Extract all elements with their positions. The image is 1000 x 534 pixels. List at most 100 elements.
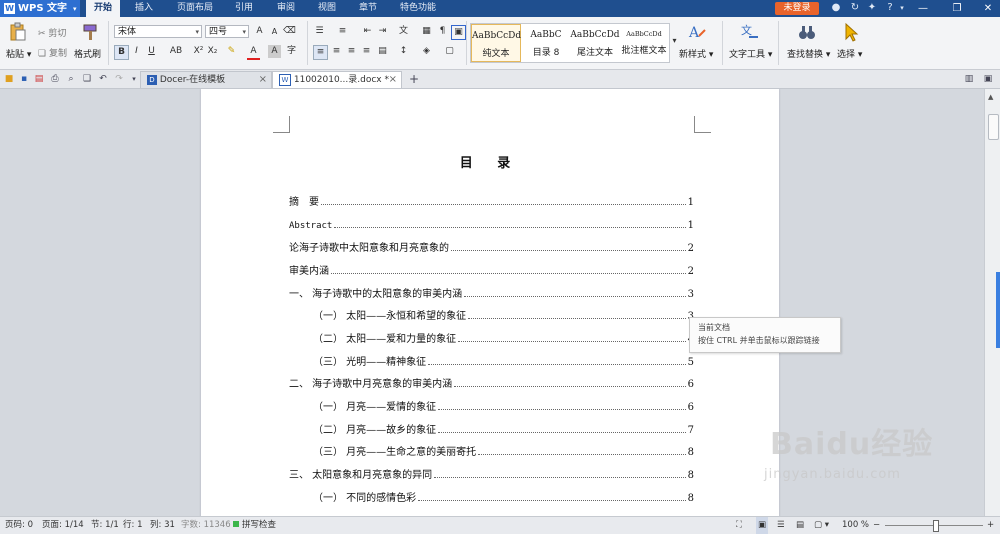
document-canvas[interactable]: 目 录 摘 要 1 Abstract 1 论海子诗歌中太阳意象和月亮意象的 2 审美内… <box>0 89 984 516</box>
font-name-select[interactable]: 宋体 ▾ <box>114 25 202 38</box>
undo-icon[interactable]: ↶ <box>97 73 109 85</box>
menu-special-features[interactable]: 特色功能 <box>400 0 436 17</box>
close-tab-icon[interactable]: × <box>259 72 267 88</box>
binoculars-icon[interactable] <box>797 22 817 42</box>
decrease-indent-icon[interactable]: ⇤ <box>361 25 374 38</box>
toc-entry[interactable]: 审美内涵 2 <box>289 263 694 277</box>
find-replace-button[interactable]: 查找替换 ▾ <box>787 47 830 60</box>
collapse-ribbon-icon[interactable]: ▣ <box>982 73 994 85</box>
new-style-button[interactable]: 新样式 ▾ <box>679 47 713 60</box>
document-page[interactable]: 目 录 摘 要 1 Abstract 1 论海子诗歌中太阳意象和月亮意象的 2 审美内… <box>201 89 779 516</box>
paste-icon[interactable] <box>8 22 28 42</box>
toc-entry[interactable]: Abstract 1 <box>289 217 694 231</box>
toc-entry[interactable]: 一、 海子诗歌中的太阳意象的审美内涵 3 <box>289 286 694 300</box>
outline-view-icon[interactable]: ☰ <box>777 517 785 534</box>
bullets-icon[interactable]: ☰ <box>313 25 326 38</box>
cut-button[interactable]: ✂ 剪切 <box>38 26 66 39</box>
print-icon[interactable]: ⎙ <box>49 73 61 85</box>
superscript-button[interactable]: X² <box>192 45 205 58</box>
shading-icon[interactable]: ◈ <box>420 45 433 58</box>
font-size-select[interactable]: 四号 ▾ <box>205 25 249 38</box>
restore-button[interactable]: ❐ <box>946 0 968 17</box>
increase-indent-icon[interactable]: ⇥ <box>376 25 389 38</box>
side-panel-tab[interactable] <box>996 272 1000 348</box>
menu-references[interactable]: 引用 <box>235 0 253 17</box>
toc-entry[interactable]: （一） 不同的感情色彩 8 <box>313 490 694 504</box>
chevron-down-icon[interactable]: ▾ <box>896 2 908 14</box>
cursor-select-icon[interactable] <box>841 22 861 42</box>
redo-icon[interactable]: ↷ <box>113 73 125 85</box>
subscript-button[interactable]: X₂ <box>206 45 219 58</box>
menu-insert[interactable]: 插入 <box>135 0 153 17</box>
copy-button[interactable]: ❏ 复制 <box>38 46 67 59</box>
close-tab-icon[interactable]: × <box>389 72 397 88</box>
toc-entry[interactable]: 论海子诗歌中太阳意象和月亮意象的 2 <box>289 240 694 254</box>
save-icon[interactable]: ▪ <box>18 73 30 85</box>
customize-toolbar-icon[interactable]: ▾ <box>128 73 140 85</box>
tab-current-document[interactable]: W 11002010...录.docx * × <box>272 71 402 88</box>
toc-entry[interactable]: （一） 月亮——爱情的象征 6 <box>313 399 694 413</box>
reading-view-icon[interactable]: ▢ ▾ <box>814 517 829 534</box>
numbering-icon[interactable]: ≡ <box>336 25 349 38</box>
bold-button[interactable]: B <box>114 45 129 60</box>
tab-docer-templates[interactable]: D Docer-在线模板 × <box>140 71 272 88</box>
format-painter-label[interactable]: 格式刷 <box>74 47 101 60</box>
table-icon[interactable]: ▦ <box>420 25 433 38</box>
line-spacing-icon[interactable]: ↕ <box>397 45 410 58</box>
style-plain-text[interactable]: AaBbCcDd 纯文本 <box>471 24 521 62</box>
menu-view[interactable]: 视图 <box>318 0 336 17</box>
align-left-button[interactable]: ≡ <box>313 45 328 60</box>
show-marks-icon[interactable]: ¶ <box>436 25 449 38</box>
shrink-font-icon[interactable]: A <box>268 25 281 38</box>
print-preview-icon[interactable]: ⌕ <box>65 73 77 85</box>
export-pdf-icon[interactable]: ▤ <box>33 73 45 85</box>
status-word-count[interactable]: 字数: 11346 <box>181 517 231 534</box>
open-folder-icon[interactable]: ■ <box>3 73 15 85</box>
clear-format-icon[interactable]: ⌫ <box>283 25 296 38</box>
page-view-icon[interactable]: ▣ <box>756 517 769 534</box>
align-right-button[interactable]: ≡ <box>345 45 358 58</box>
toc-entry[interactable]: 摘 要 1 <box>289 194 694 208</box>
file-icon[interactable]: ❑ <box>81 73 93 85</box>
frame-icon[interactable]: ▣ <box>451 25 466 40</box>
toc-entry[interactable]: （二） 太阳——爱和力量的象征4 <box>313 331 694 345</box>
strikethrough-button[interactable]: AB <box>167 45 185 58</box>
new-tab-icon[interactable]: + <box>408 73 420 85</box>
toc-entry[interactable]: 二、 海子诗歌中月亮意象的审美内涵 6 <box>289 376 694 390</box>
refresh-icon[interactable]: ↻ <box>849 2 861 14</box>
scroll-up-icon[interactable]: ▲ <box>988 93 993 101</box>
gallery-scroll-icon[interactable]: ▾ <box>668 34 681 47</box>
distributed-button[interactable]: ▤ <box>376 45 389 58</box>
zoom-out-button[interactable]: − <box>873 517 880 534</box>
spell-check-toggle[interactable]: 拼写检查 <box>233 517 276 534</box>
select-button[interactable]: 选择 ▾ <box>837 47 862 60</box>
toc-entry[interactable]: （一） 太阳——永恒和希望的象征3 <box>313 308 694 322</box>
chinese-layout-icon[interactable]: 文 <box>397 25 410 38</box>
borders-icon[interactable]: ▢ <box>443 45 456 58</box>
phonetic-icon[interactable]: 字 <box>285 45 298 58</box>
style-comment-text[interactable]: AaBbCcDd 批注框文本 <box>621 24 667 62</box>
menu-review[interactable]: 审阅 <box>277 0 295 17</box>
char-shading-icon[interactable]: A <box>268 45 281 58</box>
help-icon[interactable]: ? <box>884 2 896 14</box>
menu-chapter[interactable]: 章节 <box>359 0 377 17</box>
underline-button[interactable]: U <box>145 45 158 58</box>
toc-entry[interactable]: 三、 太阳意象和月亮意象的异同 8 <box>289 467 694 481</box>
panel-toggle-icon[interactable]: ▥ <box>963 73 975 85</box>
zoom-in-button[interactable]: + <box>987 517 994 534</box>
wps-app-menu-button[interactable]: W WPS 文字 ▾ <box>0 0 80 17</box>
menu-home[interactable]: 开始 <box>86 0 120 17</box>
paste-button[interactable]: 粘贴 ▾ <box>6 47 31 60</box>
toc-entry[interactable]: （三） 月亮——生命之意的美丽寄托 8 <box>313 444 694 458</box>
minimize-button[interactable]: — <box>912 0 934 17</box>
record-icon[interactable]: ● <box>830 2 842 14</box>
zoom-level[interactable]: 100 % <box>842 517 869 534</box>
toc-entry[interactable]: （三） 光明——精神象征 5 <box>313 354 694 368</box>
fullscreen-view-icon[interactable]: ⛶ <box>736 517 742 534</box>
style-toc-8[interactable]: AaBbC 目录 8 <box>523 24 569 62</box>
new-style-icon[interactable]: A <box>687 22 707 42</box>
justify-button[interactable]: ≡ <box>360 45 373 58</box>
style-endnote-text[interactable]: AaBbCcDd 尾注文本 <box>570 24 620 62</box>
scroll-thumb[interactable] <box>988 114 999 140</box>
zoom-slider-handle[interactable] <box>933 520 939 532</box>
